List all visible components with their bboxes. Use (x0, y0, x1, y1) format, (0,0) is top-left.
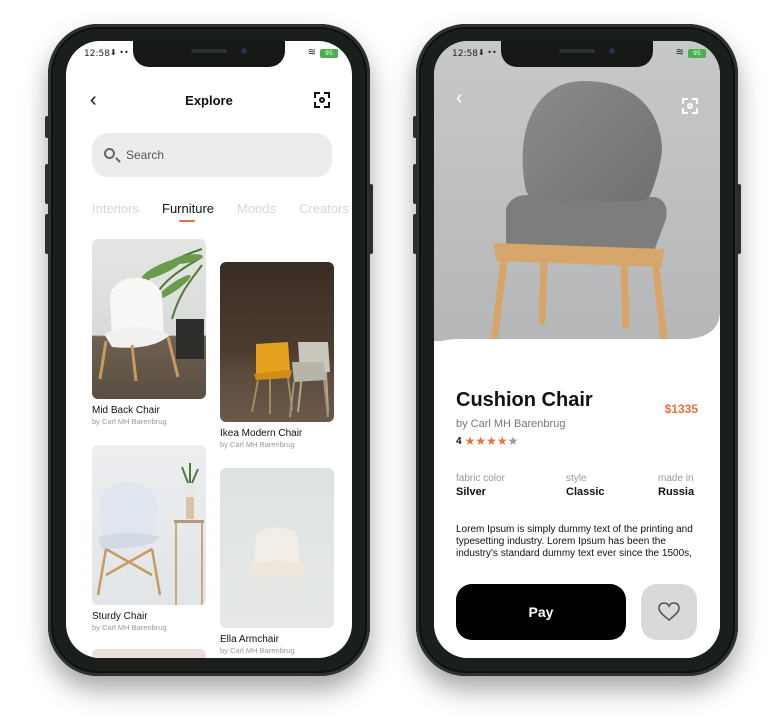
product-card[interactable]: Mid Back Chair by Carl MH Barenbrug (92, 239, 206, 426)
star-icon: ★ (464, 434, 476, 448)
pay-button[interactable]: Pay (456, 584, 626, 640)
product-image (92, 649, 206, 658)
product-image (220, 262, 334, 422)
notch (501, 41, 653, 67)
battery-icon: 95 (688, 49, 706, 58)
spec-value: Silver (456, 486, 486, 498)
rating-value: 4 (456, 435, 462, 447)
notch (133, 41, 285, 67)
category-tabs: Interiors Furniture Moods Creators (92, 201, 352, 225)
product-card[interactable]: Ikea Modern Chair by Carl MH Barenbrug (220, 262, 334, 449)
star-icon: ★ (475, 434, 487, 448)
scan-icon[interactable] (682, 98, 698, 114)
product-price: $1335 (664, 402, 698, 416)
search-input[interactable] (126, 145, 316, 165)
product-title: Cushion Chair (456, 389, 593, 411)
wifi-icon: ≋ (675, 47, 684, 58)
product-image (92, 445, 206, 605)
tab-interiors[interactable]: Interiors (92, 201, 139, 216)
star-icon: ★ (507, 434, 519, 448)
page-title: Explore (185, 93, 233, 108)
explore-header: ‹ Explore (66, 89, 352, 113)
product-name: Sturdy Chair (92, 611, 148, 622)
product-name: Mid Back Chair (92, 405, 160, 416)
phone-product: 12:58 ⬇ •• ≋ 95 ‹ Cushion Chair $1335 by… (413, 24, 741, 676)
battery-icon: 95 (320, 49, 338, 58)
scan-icon[interactable] (314, 92, 330, 108)
back-icon[interactable]: ‹ (456, 87, 463, 110)
favorite-button[interactable] (641, 584, 697, 640)
active-tab-indicator (179, 220, 195, 222)
product-author: by Carl MH Barenbrug (92, 623, 167, 632)
star-icon: ★ (496, 434, 508, 448)
wifi-icon: ≋ (307, 47, 316, 58)
search-icon (104, 148, 115, 159)
star-icon: ★ (486, 434, 497, 448)
product-specs: fabric color Silver style Classic made i… (456, 473, 698, 503)
product-image (220, 468, 334, 628)
heart-icon (658, 602, 680, 622)
tab-creators[interactable]: Creators (299, 201, 349, 216)
status-indicators: ⬇ •• (478, 48, 497, 57)
spec-value: Russia (658, 486, 695, 498)
spec-label: fabric color (456, 473, 505, 484)
tab-furniture[interactable]: Furniture (162, 201, 215, 222)
status-time: 12:58 (452, 49, 478, 59)
product-screen: 12:58 ⬇ •• ≋ 95 ‹ Cushion Chair $1335 by… (434, 41, 720, 658)
product-author: by Carl MH Barenbrug (220, 440, 295, 449)
spec-made-in: made in Russia (658, 473, 694, 498)
product-rating: 4 ★ ★ ★ ★ ★ (456, 435, 518, 447)
spec-style: style Classic (566, 473, 605, 498)
search-bar[interactable] (92, 133, 332, 177)
product-name: Ella Armchair (220, 634, 279, 645)
spec-label: style (566, 473, 587, 484)
product-description: Lorem Ipsum is simply dummy text of the … (456, 524, 693, 559)
spec-label: made in (658, 473, 694, 484)
product-card[interactable] (92, 649, 206, 658)
product-card[interactable]: Sturdy Chair by Carl MH Barenbrug (92, 445, 206, 632)
product-image (92, 239, 206, 399)
product-author: by Carl MH Barenbrug (220, 646, 295, 655)
product-name: Ikea Modern Chair (220, 428, 303, 439)
spec-fabric-color: fabric color Silver (456, 473, 505, 498)
status-indicators: ⬇ •• (110, 48, 129, 57)
status-time: 12:58 (84, 49, 110, 59)
product-author: by Carl MH Barenbrug (456, 418, 566, 430)
product-author: by Carl MH Barenbrug (92, 417, 167, 426)
spec-value: Classic (566, 486, 605, 498)
product-card[interactable]: Ella Armchair by Carl MH Barenbrug (220, 468, 334, 655)
explore-screen: 12:58 ⬇ •• ≋ 95 ‹ Explore Interiors Furn… (66, 41, 352, 658)
phone-explore: 12:58 ⬇ •• ≋ 95 ‹ Explore Interiors Furn… (45, 24, 373, 676)
tab-furniture-label: Furniture (162, 201, 215, 216)
tab-moods[interactable]: Moods (237, 201, 276, 216)
